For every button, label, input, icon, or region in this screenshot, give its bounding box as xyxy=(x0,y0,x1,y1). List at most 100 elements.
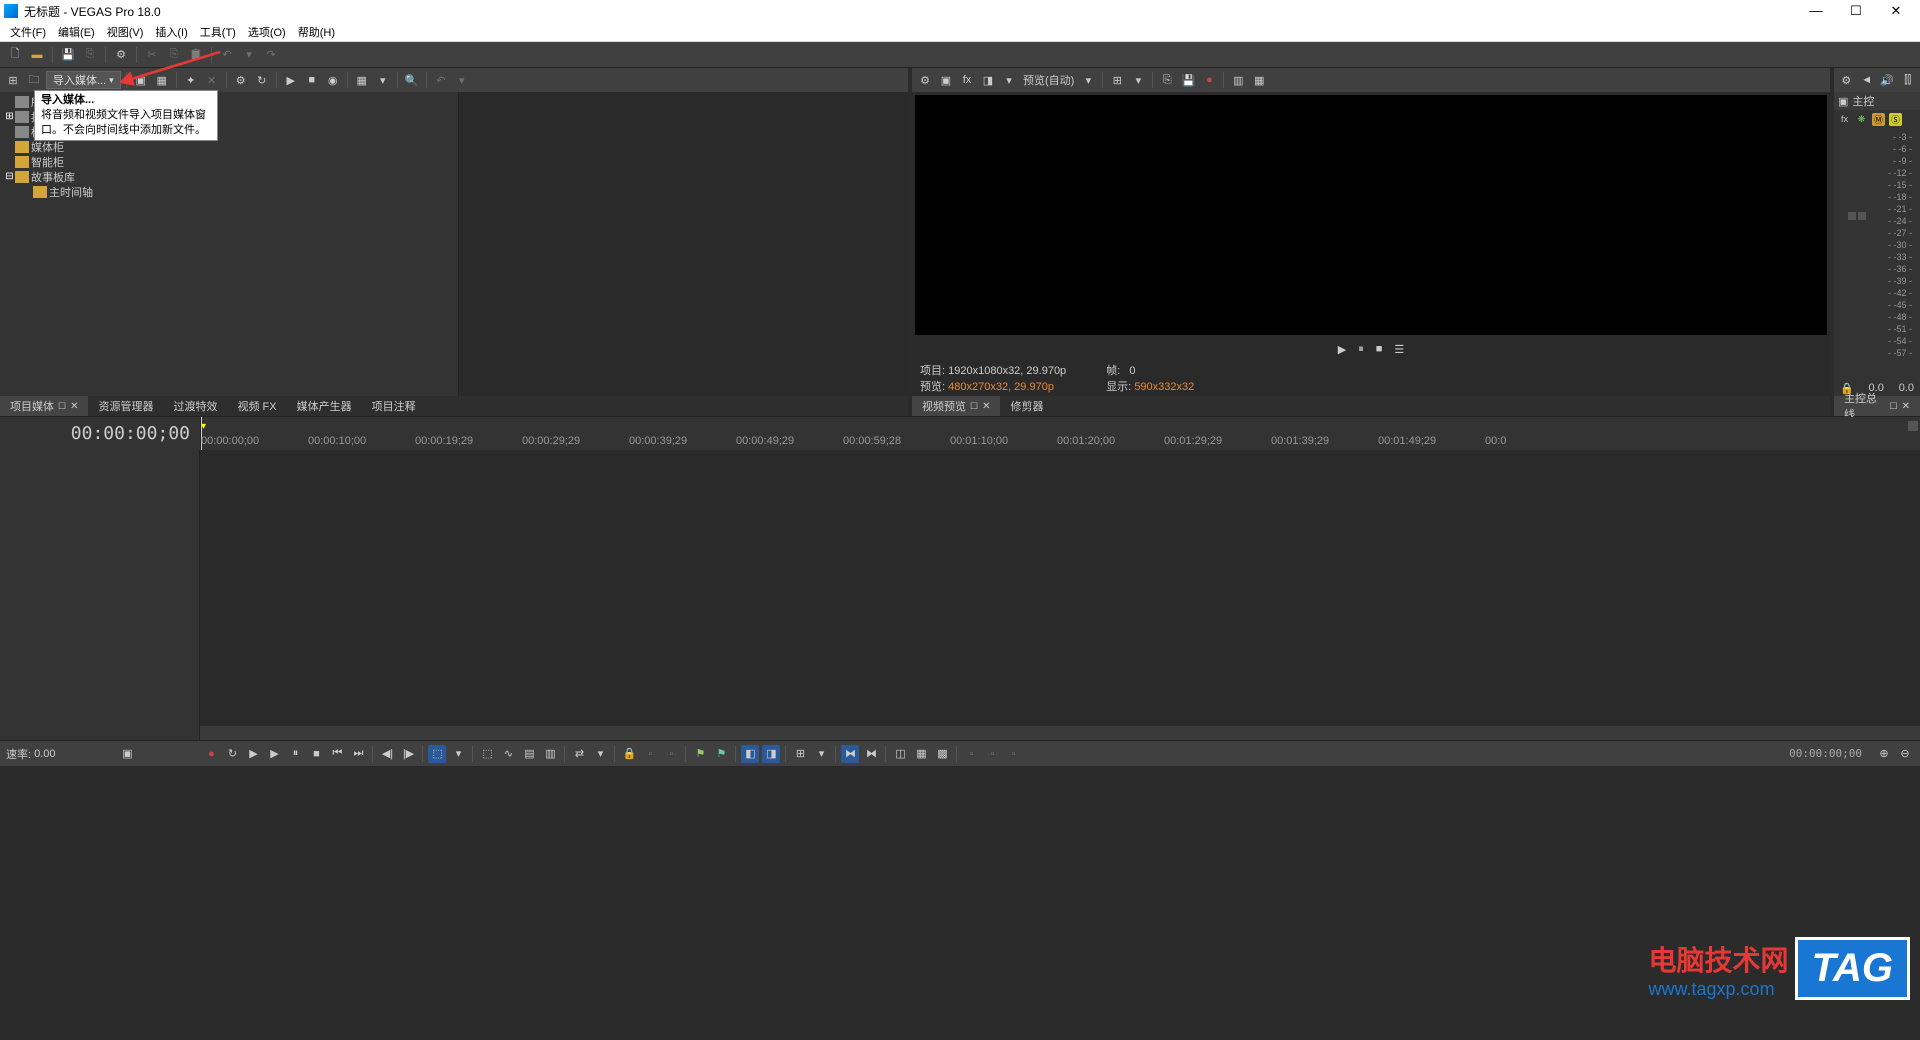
preview-option2-icon[interactable]: ▦ xyxy=(1250,71,1268,89)
crossfade2-icon[interactable]: ⧓ xyxy=(862,745,880,763)
master-meter[interactable]: - -3 -- -6 -- -9 -- -12 -- -15 -- -18 --… xyxy=(1842,132,1912,378)
undock-icon[interactable]: ☐ xyxy=(1890,401,1898,412)
go-end-icon[interactable]: ⏭ xyxy=(349,745,367,763)
undock-icon[interactable]: ☐ xyxy=(970,401,978,412)
preview-menu-icon[interactable]: ☰ xyxy=(1394,343,1404,356)
envelope-tool-icon[interactable]: ∿ xyxy=(499,745,517,763)
master-fx-icon[interactable]: fx xyxy=(1838,113,1851,126)
marker-icon[interactable]: ⚑ xyxy=(691,745,709,763)
tool3-icon[interactable]: ▤ xyxy=(520,745,538,763)
copy-snapshot-icon[interactable]: ⎘ xyxy=(1158,71,1176,89)
close-tab-icon[interactable]: ✕ xyxy=(70,401,78,412)
tab-project-media[interactable]: 项目媒体☐✕ xyxy=(0,396,88,416)
preview-stop-icon[interactable]: ■ xyxy=(1376,343,1383,355)
pause-icon[interactable]: ⏸ xyxy=(286,745,304,763)
auto-ripple-icon[interactable]: ⇄ xyxy=(570,745,588,763)
preview-properties-icon[interactable]: ⚙ xyxy=(916,71,934,89)
tab-explorer[interactable]: 资源管理器 xyxy=(88,396,163,416)
preview-quality-label[interactable]: 预览(自动) xyxy=(1021,72,1076,88)
record-button-icon[interactable]: ● xyxy=(202,745,220,763)
snap-dropdown-icon[interactable]: ▾ xyxy=(812,745,830,763)
close-tab-icon[interactable]: ✕ xyxy=(1902,401,1910,412)
undock-icon[interactable]: ☐ xyxy=(58,401,66,412)
master-faders-icon[interactable]: ⫿⫿ xyxy=(1900,71,1917,89)
ripple-dropdown-icon[interactable]: ▾ xyxy=(591,745,609,763)
new-project-icon[interactable]: 🗋 xyxy=(6,46,24,64)
track-header-area[interactable] xyxy=(0,450,200,740)
tool4-icon[interactable]: ▥ xyxy=(541,745,559,763)
lock-envelopes-icon[interactable]: 🔒 xyxy=(620,745,638,763)
get-media-icon[interactable]: ▦ xyxy=(153,71,171,89)
auto-crossfade-icon[interactable]: ⧓ xyxy=(841,745,859,763)
snap-icon[interactable]: ◧ xyxy=(741,745,759,763)
media-bins-icon[interactable]: 🗀 xyxy=(25,71,43,89)
expand-icon[interactable]: ▣ xyxy=(1838,95,1848,108)
tab-video-fx[interactable]: 视频 FX xyxy=(227,396,286,416)
timeline-ruler[interactable]: ▾ 00:00:00;0000:00:10;0000:00:19;2900:00… xyxy=(200,417,1920,450)
menu-insert[interactable]: 插入(I) xyxy=(149,24,193,40)
menu-tools[interactable]: 工具(T) xyxy=(194,24,242,40)
save-snapshot-icon[interactable]: 💾 xyxy=(1179,71,1197,89)
track-content-area[interactable] xyxy=(200,450,1920,740)
play-start-icon[interactable]: ▶ xyxy=(244,745,262,763)
preview-play-icon[interactable]: ▶ xyxy=(1338,343,1346,356)
master-properties-icon[interactable]: ⚙ xyxy=(1838,71,1855,89)
view-dropdown-icon[interactable]: ▾ xyxy=(374,71,392,89)
search-icon[interactable]: 🔍 xyxy=(403,71,421,89)
tab-trimmer[interactable]: 修剪器 xyxy=(1000,396,1053,416)
next-frame-icon[interactable]: |▶ xyxy=(399,745,417,763)
opt3-icon[interactable]: ▩ xyxy=(933,745,951,763)
save-icon[interactable]: 💾 xyxy=(59,46,77,64)
stop-icon[interactable]: ■ xyxy=(307,745,325,763)
zoom-track-icon[interactable]: ⊖ xyxy=(1896,745,1914,763)
tab-generators[interactable]: 媒体产生器 xyxy=(287,396,362,416)
snap-options-icon[interactable]: ⊞ xyxy=(791,745,809,763)
ruler-end-flag-icon[interactable] xyxy=(1908,421,1918,431)
maximize-button[interactable]: ☐ xyxy=(1836,0,1876,22)
normal-edit-tool-icon[interactable]: ⬚ xyxy=(428,745,446,763)
timeline-scrollbar[interactable] xyxy=(200,726,1920,740)
view-mode-icon[interactable]: ▦ xyxy=(353,71,371,89)
video-fx-icon[interactable]: fx xyxy=(958,71,976,89)
tab-transitions[interactable]: 过渡特效 xyxy=(163,396,227,416)
play-icon[interactable]: ▶ xyxy=(265,745,283,763)
master-mute-icon[interactable]: Ⓜ xyxy=(1872,113,1885,126)
import-media-button[interactable]: 导入媒体... ▾ xyxy=(46,71,121,89)
views-icon[interactable]: ⊞ xyxy=(4,71,22,89)
split-screen-icon[interactable]: ◨ xyxy=(979,71,997,89)
master-solo-icon[interactable]: Ⓢ xyxy=(1889,113,1902,126)
region-icon[interactable]: ⚑ xyxy=(712,745,730,763)
capture-icon[interactable]: ▣ xyxy=(132,71,150,89)
loop-icon[interactable]: ↻ xyxy=(223,745,241,763)
quantize-icon[interactable]: ◨ xyxy=(762,745,780,763)
timecode-display[interactable]: 00:00:00;00 xyxy=(0,417,200,450)
preview-option-icon[interactable]: ▥ xyxy=(1229,71,1247,89)
render-icon[interactable]: ⎘ xyxy=(81,46,99,64)
master-insert-icon[interactable]: ❋ xyxy=(1855,113,1868,126)
close-button[interactable]: ✕ xyxy=(1876,0,1916,22)
properties-icon[interactable]: ⚙ xyxy=(112,46,130,64)
master-downmix-icon[interactable]: ◄ xyxy=(1859,71,1876,89)
play-media-icon[interactable]: ▶ xyxy=(282,71,300,89)
menu-help[interactable]: 帮助(H) xyxy=(292,24,341,40)
quality-dropdown2-icon[interactable]: ▾ xyxy=(1079,71,1097,89)
menu-file[interactable]: 文件(F) xyxy=(4,24,52,40)
media-properties-icon[interactable]: ⚙ xyxy=(232,71,250,89)
master-dim-icon[interactable]: 🔊 xyxy=(1879,71,1896,89)
record-icon[interactable]: ● xyxy=(1200,71,1218,89)
preview-external-icon[interactable]: ▣ xyxy=(937,71,955,89)
selection-tool-icon[interactable]: ⬚ xyxy=(478,745,496,763)
zoom-time-icon[interactable]: ⊕ xyxy=(1875,745,1893,763)
refresh-icon[interactable]: ↻ xyxy=(253,71,271,89)
tab-notes[interactable]: 项目注释 xyxy=(362,396,426,416)
menu-view[interactable]: 视图(V) xyxy=(101,24,150,40)
media-content-area[interactable] xyxy=(458,92,909,396)
open-project-icon[interactable]: ▬ xyxy=(28,46,46,64)
rate-reset-icon[interactable]: ▣ xyxy=(118,745,136,763)
transport-timecode[interactable]: 00:00:00;00 xyxy=(1779,747,1872,760)
tab-video-preview[interactable]: 视频预览☐✕ xyxy=(912,396,1000,416)
overlays-dropdown-icon[interactable]: ▾ xyxy=(1129,71,1147,89)
overlays-icon[interactable]: ⊞ xyxy=(1108,71,1126,89)
go-start-icon[interactable]: ⏮ xyxy=(328,745,346,763)
video-preview-display[interactable] xyxy=(915,95,1827,335)
